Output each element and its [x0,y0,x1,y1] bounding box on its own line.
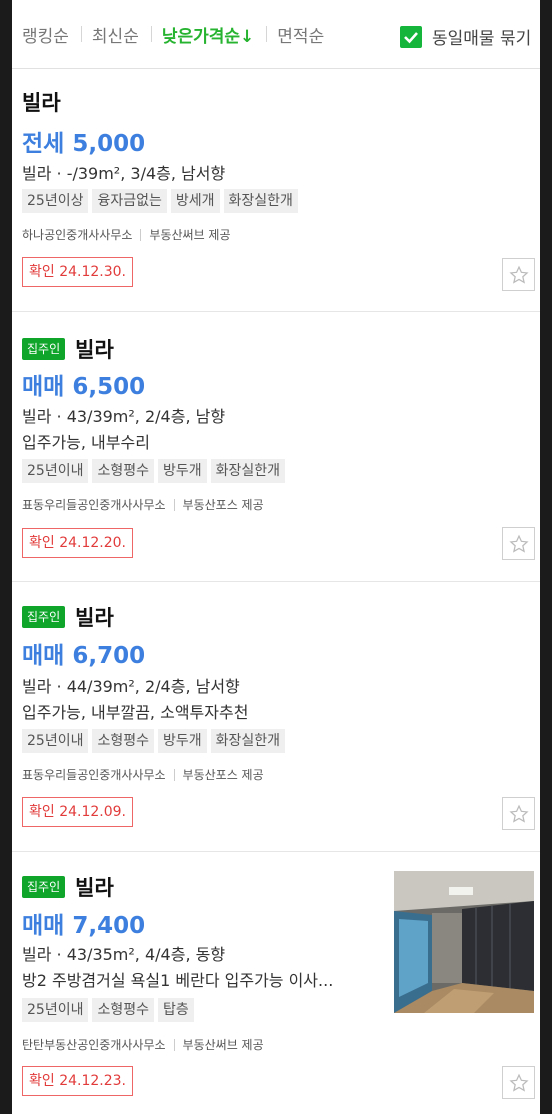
tag: 방세개 [170,189,220,213]
data-provider: 부동산포스 제공 [182,498,264,512]
listing-title: 집주인 빌라 [22,872,114,902]
listing-price: 매매 7,400 [22,913,146,939]
confirm-date: 확인 24.12.23. [22,1066,134,1096]
listing-item[interactable]: 빌라 전세 5,000 빌라 · -/39m², 3/4층, 남서향 25년이상… [12,69,540,312]
agent-info: 표동우리들공인중개사사무소 부동산포스 제공 [22,766,264,783]
listing-spec: 빌라 · 43/35m², 4/4층, 동향 [22,945,226,964]
confirm-date: 확인 24.12.30. [22,257,134,287]
favorite-star-button[interactable] [502,258,535,291]
tag-list: 25년이내 소형평수 방두개 화장실한개 [22,729,289,753]
owner-badge: 집주인 [22,338,66,360]
listing-spec: 빌라 · 44/39m², 2/4층, 남서향 [22,677,240,696]
favorite-star-button[interactable] [502,797,535,830]
sort-area[interactable]: 면적순 [267,22,324,47]
data-provider: 부동산써브 제공 [182,1038,264,1052]
tag: 방두개 [158,459,207,483]
confirm-date: 확인 24.12.20. [22,528,134,558]
data-provider: 부동산써브 제공 [149,228,231,242]
tag: 소형평수 [92,998,154,1022]
listing-spec: 빌라 · -/39m², 3/4층, 남서향 [22,164,226,183]
listing-title: 빌라 [22,87,61,117]
group-duplicates-toggle[interactable]: 동일매물 묶기 [400,24,531,49]
listing-title: 집주인 빌라 [22,602,114,632]
listing-thumbnail[interactable] [394,871,534,1013]
tag: 25년이상 [22,189,89,213]
agent-divider [173,768,175,781]
agent-name: 표동우리들공인중개사사무소 [22,768,166,782]
group-duplicates-label: 동일매물 묶기 [432,29,532,49]
tag: 소형평수 [92,729,154,753]
tag: 소형평수 [92,459,154,483]
sort-ranking[interactable]: 랭킹순 [12,22,69,47]
tag: 방두개 [158,729,207,753]
agent-divider [173,1038,175,1051]
listing-price: 매매 6,500 [22,374,146,400]
agent-info: 표동우리들공인중개사사무소 부동산포스 제공 [22,496,264,513]
agent-info: 탄탄부동산공인중개사사무소 부동산써브 제공 [22,1036,264,1053]
confirm-date: 확인 24.12.09. [22,797,134,827]
favorite-star-button[interactable] [502,1066,535,1099]
tag: 탑층 [158,998,194,1022]
listing-description: 입주가능, 내부깔끔, 소액투자추천 [22,703,249,722]
agent-name: 표동우리들공인중개사사무소 [22,498,166,512]
property-type: 빌라 [75,876,114,900]
listing-spec: 빌라 · 43/39m², 2/4층, 남향 [22,407,226,426]
star-icon [508,1073,529,1092]
property-type: 빌라 [75,606,114,630]
listing-description: 방2 주방겸거실 욕실1 베란다 입주가능 이사... [22,971,334,990]
tag: 25년이내 [22,998,89,1022]
tag-list: 25년이내 소형평수 방두개 화장실한개 [22,459,289,483]
room-photo-image [394,871,534,1013]
star-icon [508,265,529,284]
listing-item[interactable]: 집주인 빌라 매매 6,500 빌라 · 43/39m², 2/4층, 남향 입… [12,312,540,582]
owner-badge: 집주인 [22,606,66,628]
agent-divider [140,228,142,241]
sort-low-price[interactable]: 낮은가격순↓ [152,22,254,47]
star-icon [508,534,529,553]
tag: 화장실한개 [223,189,298,213]
listing-description: 입주가능, 내부수리 [22,433,150,452]
checkbox-checked-icon[interactable] [400,25,422,48]
listing-price: 매매 6,700 [22,643,146,669]
tag: 화장실한개 [210,729,286,753]
tag-list: 25년이상 융자금없는 방세개 화장실한개 [22,189,302,213]
property-type: 빌라 [22,91,61,115]
agent-name: 탄탄부동산공인중개사사무소 [22,1038,166,1052]
listing-panel: 랭킹순 최신순 낮은가격순↓ 면적순 동일매물 묶기 빌라 전세 5,000 빌… [12,0,540,1114]
property-type: 빌라 [75,338,114,362]
listing-item[interactable]: 집주인 빌라 매매 6,700 빌라 · 44/39m², 2/4층, 남서향 … [12,582,540,852]
listing-title: 집주인 빌라 [22,334,114,364]
sort-bar: 랭킹순 최신순 낮은가격순↓ 면적순 동일매물 묶기 [12,0,540,69]
agent-divider [173,498,175,511]
tag: 25년이내 [22,729,89,753]
tag: 25년이내 [22,459,89,483]
agent-name: 하나공인중개사사무소 [22,228,133,242]
star-icon [508,804,529,823]
tag: 융자금없는 [92,189,167,213]
favorite-star-button[interactable] [502,527,535,560]
tag-list: 25년이내 소형평수 탑층 [22,998,198,1022]
tag: 화장실한개 [210,459,286,483]
owner-badge: 집주인 [22,876,66,898]
listing-price: 전세 5,000 [22,131,146,157]
data-provider: 부동산포스 제공 [182,768,264,782]
sort-latest[interactable]: 최신순 [82,22,139,47]
listing-item[interactable]: 집주인 빌라 매매 7,400 빌라 · 43/35m², 4/4층, 동향 방… [12,852,540,1114]
agent-info: 하나공인중개사사무소 부동산써브 제공 [22,226,231,243]
